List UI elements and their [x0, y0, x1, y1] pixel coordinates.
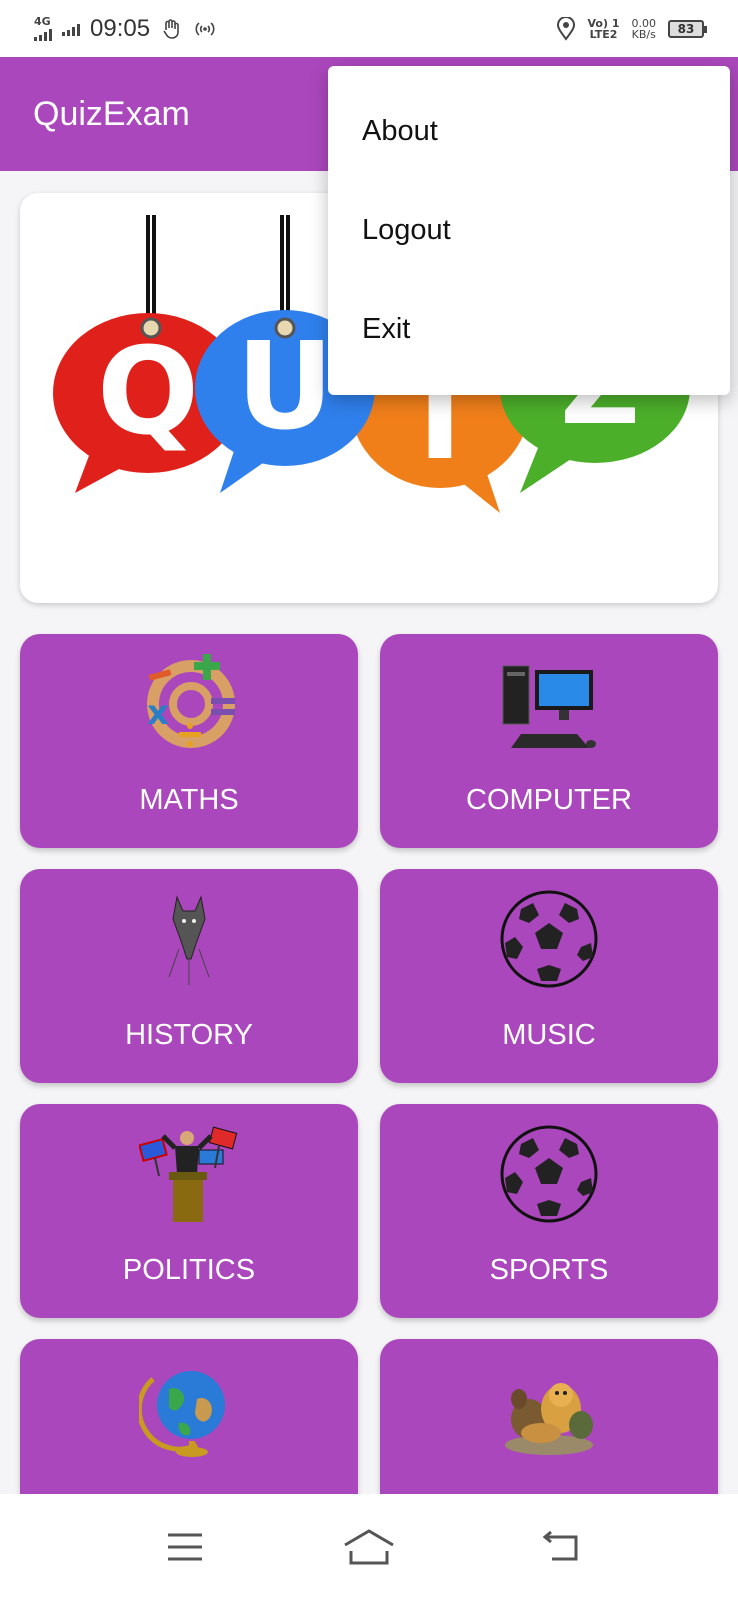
- clock: 09:05: [90, 14, 151, 42]
- status-right: Vo) 1 LTE2 0.00 KB/s 83: [556, 16, 707, 41]
- signal-4g-icon: 4G: [34, 16, 52, 41]
- back-button[interactable]: [532, 1524, 592, 1570]
- desktop-computer-icon: [502, 665, 596, 748]
- status-left: 4G 09:05: [34, 15, 218, 43]
- category-card-sports[interactable]: SPORTS: [380, 1104, 718, 1318]
- app-title: QuizExam: [33, 94, 190, 133]
- category-label: POLITICS: [122, 1254, 256, 1286]
- globe-icon: [139, 1371, 225, 1457]
- home-button[interactable]: [339, 1524, 399, 1570]
- category-label: MUSIC: [502, 1019, 596, 1051]
- menu-item-exit[interactable]: Exit: [328, 296, 730, 395]
- overflow-menu: About Logout Exit: [328, 66, 730, 395]
- home-icon: [344, 1529, 394, 1565]
- menu-button[interactable]: [155, 1524, 215, 1570]
- network-type: 4G: [34, 15, 51, 28]
- category-label: HISTORY: [125, 1019, 253, 1051]
- category-card-music[interactable]: MUSIC: [380, 869, 718, 1083]
- status-bar: 4G 09:05 Vo) 1 LTE2 0.00 KB/s 83: [0, 0, 738, 57]
- animals-icon: [505, 1383, 593, 1455]
- category-card-computer[interactable]: COMPUTER: [380, 634, 718, 848]
- menu-icon: [168, 1533, 202, 1561]
- location-icon: [556, 16, 575, 41]
- system-nav-bar: [0, 1494, 738, 1600]
- back-icon: [542, 1531, 578, 1561]
- category-card-maths[interactable]: x MATHS: [20, 634, 358, 848]
- menu-item-logout[interactable]: Logout: [328, 197, 730, 296]
- wolf-sketch-icon: [168, 895, 210, 985]
- category-card-politics[interactable]: POLITICS: [20, 1104, 358, 1318]
- battery-level: 83: [677, 21, 695, 36]
- svg-text:x: x: [147, 693, 169, 733]
- soccer-ball-icon: [500, 1125, 598, 1223]
- svg-text:Q: Q: [97, 323, 199, 462]
- signal-strength-icon: [62, 22, 80, 36]
- maths-symbols-icon: x: [147, 654, 235, 748]
- category-label: MATHS: [139, 784, 239, 816]
- svg-text:U: U: [236, 318, 333, 457]
- soccer-ball-icon: [500, 890, 598, 988]
- menu-item-about[interactable]: About: [328, 98, 730, 197]
- category-card-history[interactable]: HISTORY: [20, 869, 358, 1083]
- politician-podium-icon: [139, 1126, 238, 1222]
- screen: 4G 09:05 Vo) 1 LTE2 0.00 KB/s 83 QuizExa…: [0, 0, 738, 1600]
- category-label: COMPUTER: [466, 784, 632, 816]
- battery-icon: 83: [668, 19, 707, 38]
- net-speed: 0.00 KB/s: [631, 16, 657, 41]
- category-label: SPORTS: [489, 1254, 609, 1286]
- volte-indicator: Vo) 1 LTE2: [587, 16, 620, 41]
- hotspot-icon: [195, 21, 215, 36]
- hand-icon: [163, 18, 179, 39]
